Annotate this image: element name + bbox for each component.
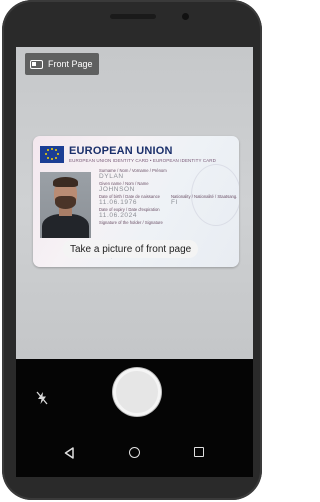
back-triangle-icon[interactable] xyxy=(64,447,74,459)
given-name-value: JOHNSON xyxy=(99,186,135,193)
front-camera-lens xyxy=(182,13,189,20)
android-nav-bar xyxy=(16,431,253,477)
nationality-label: Nationality / Nationalité / Staatsang. xyxy=(171,194,238,199)
eu-flag-icon xyxy=(40,146,64,163)
surname-value: DYLAN xyxy=(99,173,124,180)
id-card-header: EUROPEAN UNION EUROPEAN UNION IDENTITY C… xyxy=(33,144,239,170)
camera-controls xyxy=(16,359,253,431)
phone-frame: Front Page EUROPEAN UNION EUROPEAN UNION… xyxy=(2,0,262,500)
flash-off-icon[interactable] xyxy=(36,391,48,405)
device-screen: Front Page EUROPEAN UNION EUROPEAN UNION… xyxy=(16,47,253,477)
id-card-subtitle: EUROPEAN UNION IDENTITY CARD • EUROPEAN … xyxy=(69,158,216,163)
home-circle-icon[interactable] xyxy=(129,447,140,458)
expiry-value: 11.06.2024 xyxy=(99,212,138,219)
shutter-button[interactable] xyxy=(113,368,161,416)
signature-label: Signature of the holder / Signature xyxy=(99,220,163,225)
id-card-fields: Surname / Nom / Vorname / Prénom DYLAN G… xyxy=(99,168,237,225)
camera-viewfinder: Front Page EUROPEAN UNION EUROPEAN UNION… xyxy=(16,47,253,359)
card-icon xyxy=(30,59,43,69)
recent-apps-square-icon[interactable] xyxy=(194,447,204,457)
front-page-mode-label: Front Page xyxy=(48,59,93,69)
dob-value: 11.06.1976 xyxy=(99,199,138,206)
id-card-portrait xyxy=(40,172,91,238)
id-card-title: EUROPEAN UNION xyxy=(69,145,173,157)
capture-instruction: Take a picture of front page xyxy=(63,240,199,258)
earpiece-speaker xyxy=(110,14,156,19)
front-page-mode-chip[interactable]: Front Page xyxy=(25,53,99,75)
nationality-value: FI xyxy=(171,199,178,206)
